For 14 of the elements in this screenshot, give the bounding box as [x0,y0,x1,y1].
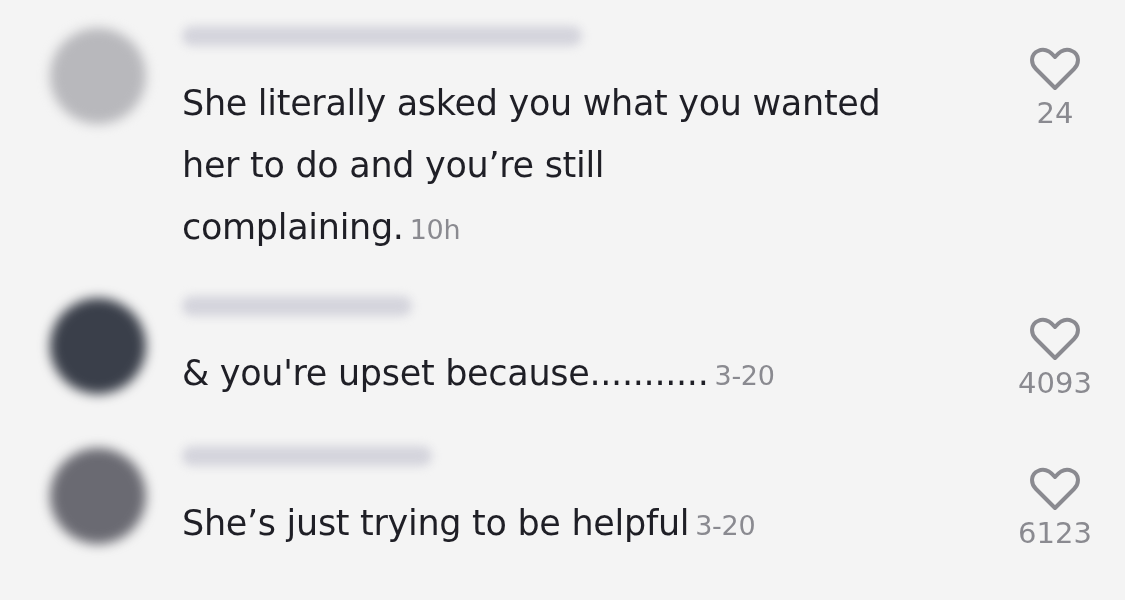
heart-icon[interactable] [1030,466,1080,512]
heart-icon[interactable] [1030,316,1080,362]
avatar-placeholder[interactable] [50,448,146,544]
like-count: 4093 [1018,366,1092,400]
comment-time: 3-20 [714,360,775,391]
comment-text: & you're upset because........... 3-20 [182,352,776,395]
like-count: 6123 [1018,516,1092,550]
comment-text: She’s just trying to be helpful 3-20 [182,502,757,545]
like-count: 24 [1036,96,1074,130]
comment-text: She literally asked you what you wanted her to do and you’re still complaining. 10h [182,82,882,249]
comment-time: 3-20 [695,510,756,541]
avatar-placeholder[interactable] [50,298,146,394]
heart-icon[interactable] [1030,46,1080,92]
comment-time: 10h [409,214,461,245]
